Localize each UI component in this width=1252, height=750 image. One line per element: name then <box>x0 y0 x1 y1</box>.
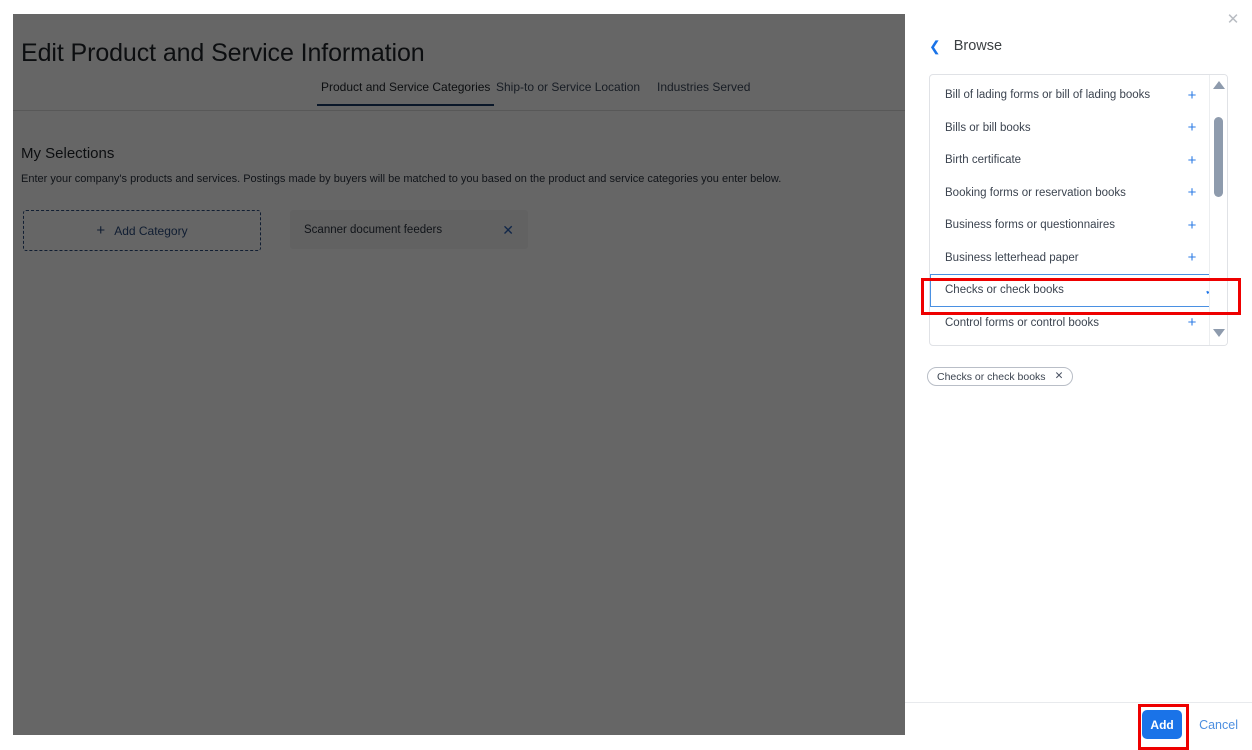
plus-icon: + <box>96 222 106 239</box>
chevron-left-icon[interactable]: ❮ <box>929 39 941 53</box>
browse-panel: ✕ ❮ Browse Bill of lading forms or bill … <box>905 0 1252 749</box>
list-item[interactable]: Business forms or questionnaires + <box>930 209 1210 242</box>
selected-chips: Checks or check books ✕ <box>927 367 1074 386</box>
list-item[interactable]: Bills or bill books + <box>930 112 1210 145</box>
list-item-label: Business forms or questionnaires <box>945 219 1116 232</box>
close-icon[interactable]: ✕ <box>1222 8 1244 30</box>
list-item[interactable]: Birth certificate + <box>930 144 1210 177</box>
list-item[interactable]: Booking forms or reservation books + <box>930 177 1210 210</box>
scrollbar-thumb[interactable] <box>1214 117 1223 197</box>
list-item-label: Bills or bill books <box>945 121 1031 134</box>
add-category-button[interactable]: + Add Category <box>23 210 261 251</box>
list-item-selected[interactable]: Checks or check books ✓ <box>930 274 1227 307</box>
list-scrollbar[interactable] <box>1209 75 1227 345</box>
close-icon[interactable]: ✕ <box>502 223 514 237</box>
chip-label: Checks or check books <box>937 370 1046 383</box>
section-title: My Selections <box>21 145 115 162</box>
tab-industries-served[interactable]: Industries Served <box>653 80 754 104</box>
add-category-label: Add Category <box>114 223 188 238</box>
list-item[interactable]: Business letterhead paper + <box>930 242 1210 275</box>
footer-divider <box>905 702 1252 703</box>
add-item-icon[interactable]: + <box>1175 185 1209 200</box>
page-title: Edit Product and Service Information <box>21 39 425 67</box>
selected-category-label: Scanner document feeders <box>304 223 443 236</box>
add-item-icon[interactable]: + <box>1175 218 1209 233</box>
panel-title: Browse <box>953 38 1003 54</box>
list-item-label: Business letterhead paper <box>945 251 1079 264</box>
add-item-icon[interactable]: + <box>1175 250 1209 265</box>
category-list-inner: Bill of lading forms or bill of lading b… <box>930 75 1227 345</box>
list-item-label: Checks or check books <box>945 284 1064 297</box>
panel-back-header[interactable]: ❮ Browse <box>929 38 1002 54</box>
list-item-label: Booking forms or reservation books <box>945 186 1126 199</box>
tab-product-and-service-categories[interactable]: Product and Service Categories <box>317 80 495 106</box>
list-item-label: Birth certificate <box>945 154 1022 167</box>
list-item-label: Control forms or control books <box>945 316 1100 329</box>
cancel-button[interactable]: Cancel <box>1199 718 1238 732</box>
add-item-icon[interactable]: + <box>1175 120 1209 135</box>
scroll-down-arrow-icon[interactable] <box>1213 329 1225 339</box>
list-item-label: Bill of lading forms or bill of lading b… <box>945 89 1151 102</box>
scroll-up-arrow-icon[interactable] <box>1213 81 1225 91</box>
add-item-icon[interactable]: + <box>1175 153 1209 168</box>
section-description: Enter your company's products and servic… <box>21 173 782 185</box>
add-item-icon[interactable]: + <box>1175 315 1209 330</box>
panel-footer: Add Cancel <box>1142 710 1238 739</box>
close-icon[interactable]: ✕ <box>1055 371 1064 382</box>
tab-bar: Product and Service Categories Ship-to o… <box>13 80 905 111</box>
tab-ship-to-or-service-location[interactable]: Ship-to or Service Location <box>492 80 644 104</box>
selected-category-card[interactable]: Scanner document feeders ✕ <box>290 210 528 249</box>
list-item[interactable]: Bill of lading forms or bill of lading b… <box>930 79 1210 112</box>
category-list: Bill of lading forms or bill of lading b… <box>929 74 1228 346</box>
background-page: Edit Product and Service Information Pro… <box>13 14 905 735</box>
add-button[interactable]: Add <box>1142 710 1183 739</box>
add-item-icon[interactable]: + <box>1175 88 1209 103</box>
list-item[interactable]: Control forms or control books + <box>930 307 1210 340</box>
chip[interactable]: Checks or check books ✕ <box>927 367 1074 386</box>
